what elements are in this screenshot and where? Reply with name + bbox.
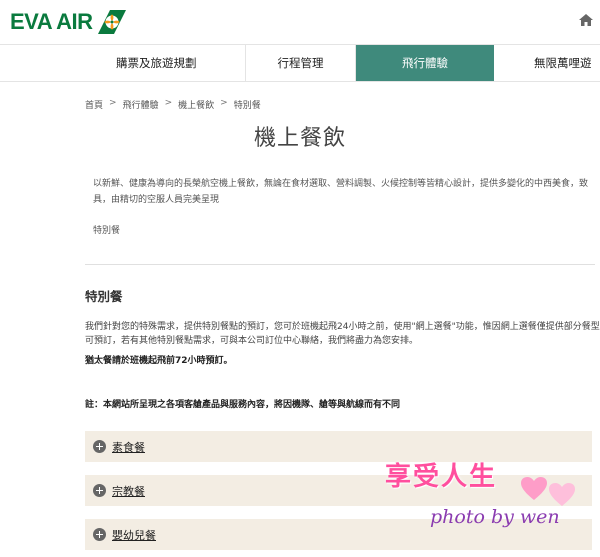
main-navigation: 購票及旅遊規劃 行程管理 飛行體驗 無限萬哩遊: [0, 44, 600, 82]
watermark-title: 享受人生: [385, 462, 498, 492]
nav-item-flight-experience[interactable]: 飛行體驗: [356, 45, 494, 81]
breadcrumb-home[interactable]: 首頁: [85, 98, 103, 111]
accordion-label: 嬰幼兒餐: [112, 528, 156, 542]
breadcrumb-separator: >: [220, 98, 228, 108]
section-title: 特別餐: [85, 289, 123, 304]
plus-circle-icon: [93, 484, 106, 497]
accordion-label: 素食餐: [112, 440, 145, 454]
intro-paragraph: 以新鮮、健康為導向的長榮航空機上餐飲，無論在食材選取、營料調製、火候控制等皆精心…: [93, 179, 589, 205]
kosher-meal-notice: 猶太餐請於班機起飛前72小時預訂。: [85, 356, 233, 366]
disclaimer-note: 註：本網站所呈現之各項客艙產品與服務內容，將因機隊、艙等與航線而有不同: [85, 400, 401, 410]
logo-emblem-icon: [98, 10, 127, 34]
breadcrumb-separator: >: [109, 98, 117, 108]
logo-text: EVA AIR: [10, 9, 93, 34]
breadcrumb-separator: >: [164, 98, 173, 108]
plus-circle-icon: [93, 528, 106, 541]
breadcrumb-current: 特別餐: [233, 101, 261, 111]
site-header: EVA AIR: [0, 0, 600, 44]
nav-item-infinity-mileagelands[interactable]: 無限萬哩遊: [494, 45, 600, 81]
accordion-label: 宗教餐: [112, 484, 145, 498]
photo-watermark: 享受人生 photo by wen: [385, 456, 595, 546]
breadcrumb: 首頁 > 飛行體驗 > 機上餐飲 > 特別餐: [85, 98, 261, 111]
plus-circle-icon: [93, 440, 106, 453]
nav-item-manage-trip[interactable]: 行程管理: [246, 45, 356, 81]
special-meal-link[interactable]: 特別餐: [93, 223, 120, 236]
heart-icon: [549, 483, 575, 506]
breadcrumb-flight-experience[interactable]: 飛行體驗: [123, 98, 159, 111]
page-title: 機上餐飲: [253, 126, 346, 151]
eva-air-logo[interactable]: EVA AIR: [10, 8, 127, 36]
heart-icon: [521, 477, 547, 500]
section-description: 我們針對您的特殊需求，提供特別餐點的預訂，您可於班機起飛24小時之前，使用"網上…: [85, 322, 600, 346]
home-icon[interactable]: [578, 12, 594, 28]
watermark-subtitle: photo by wen: [430, 506, 560, 528]
nav-item-booking-and-planning[interactable]: 購票及旅遊規劃: [0, 45, 246, 81]
section-divider: [85, 264, 595, 265]
breadcrumb-inflight-dining[interactable]: 機上餐飲: [178, 98, 214, 111]
